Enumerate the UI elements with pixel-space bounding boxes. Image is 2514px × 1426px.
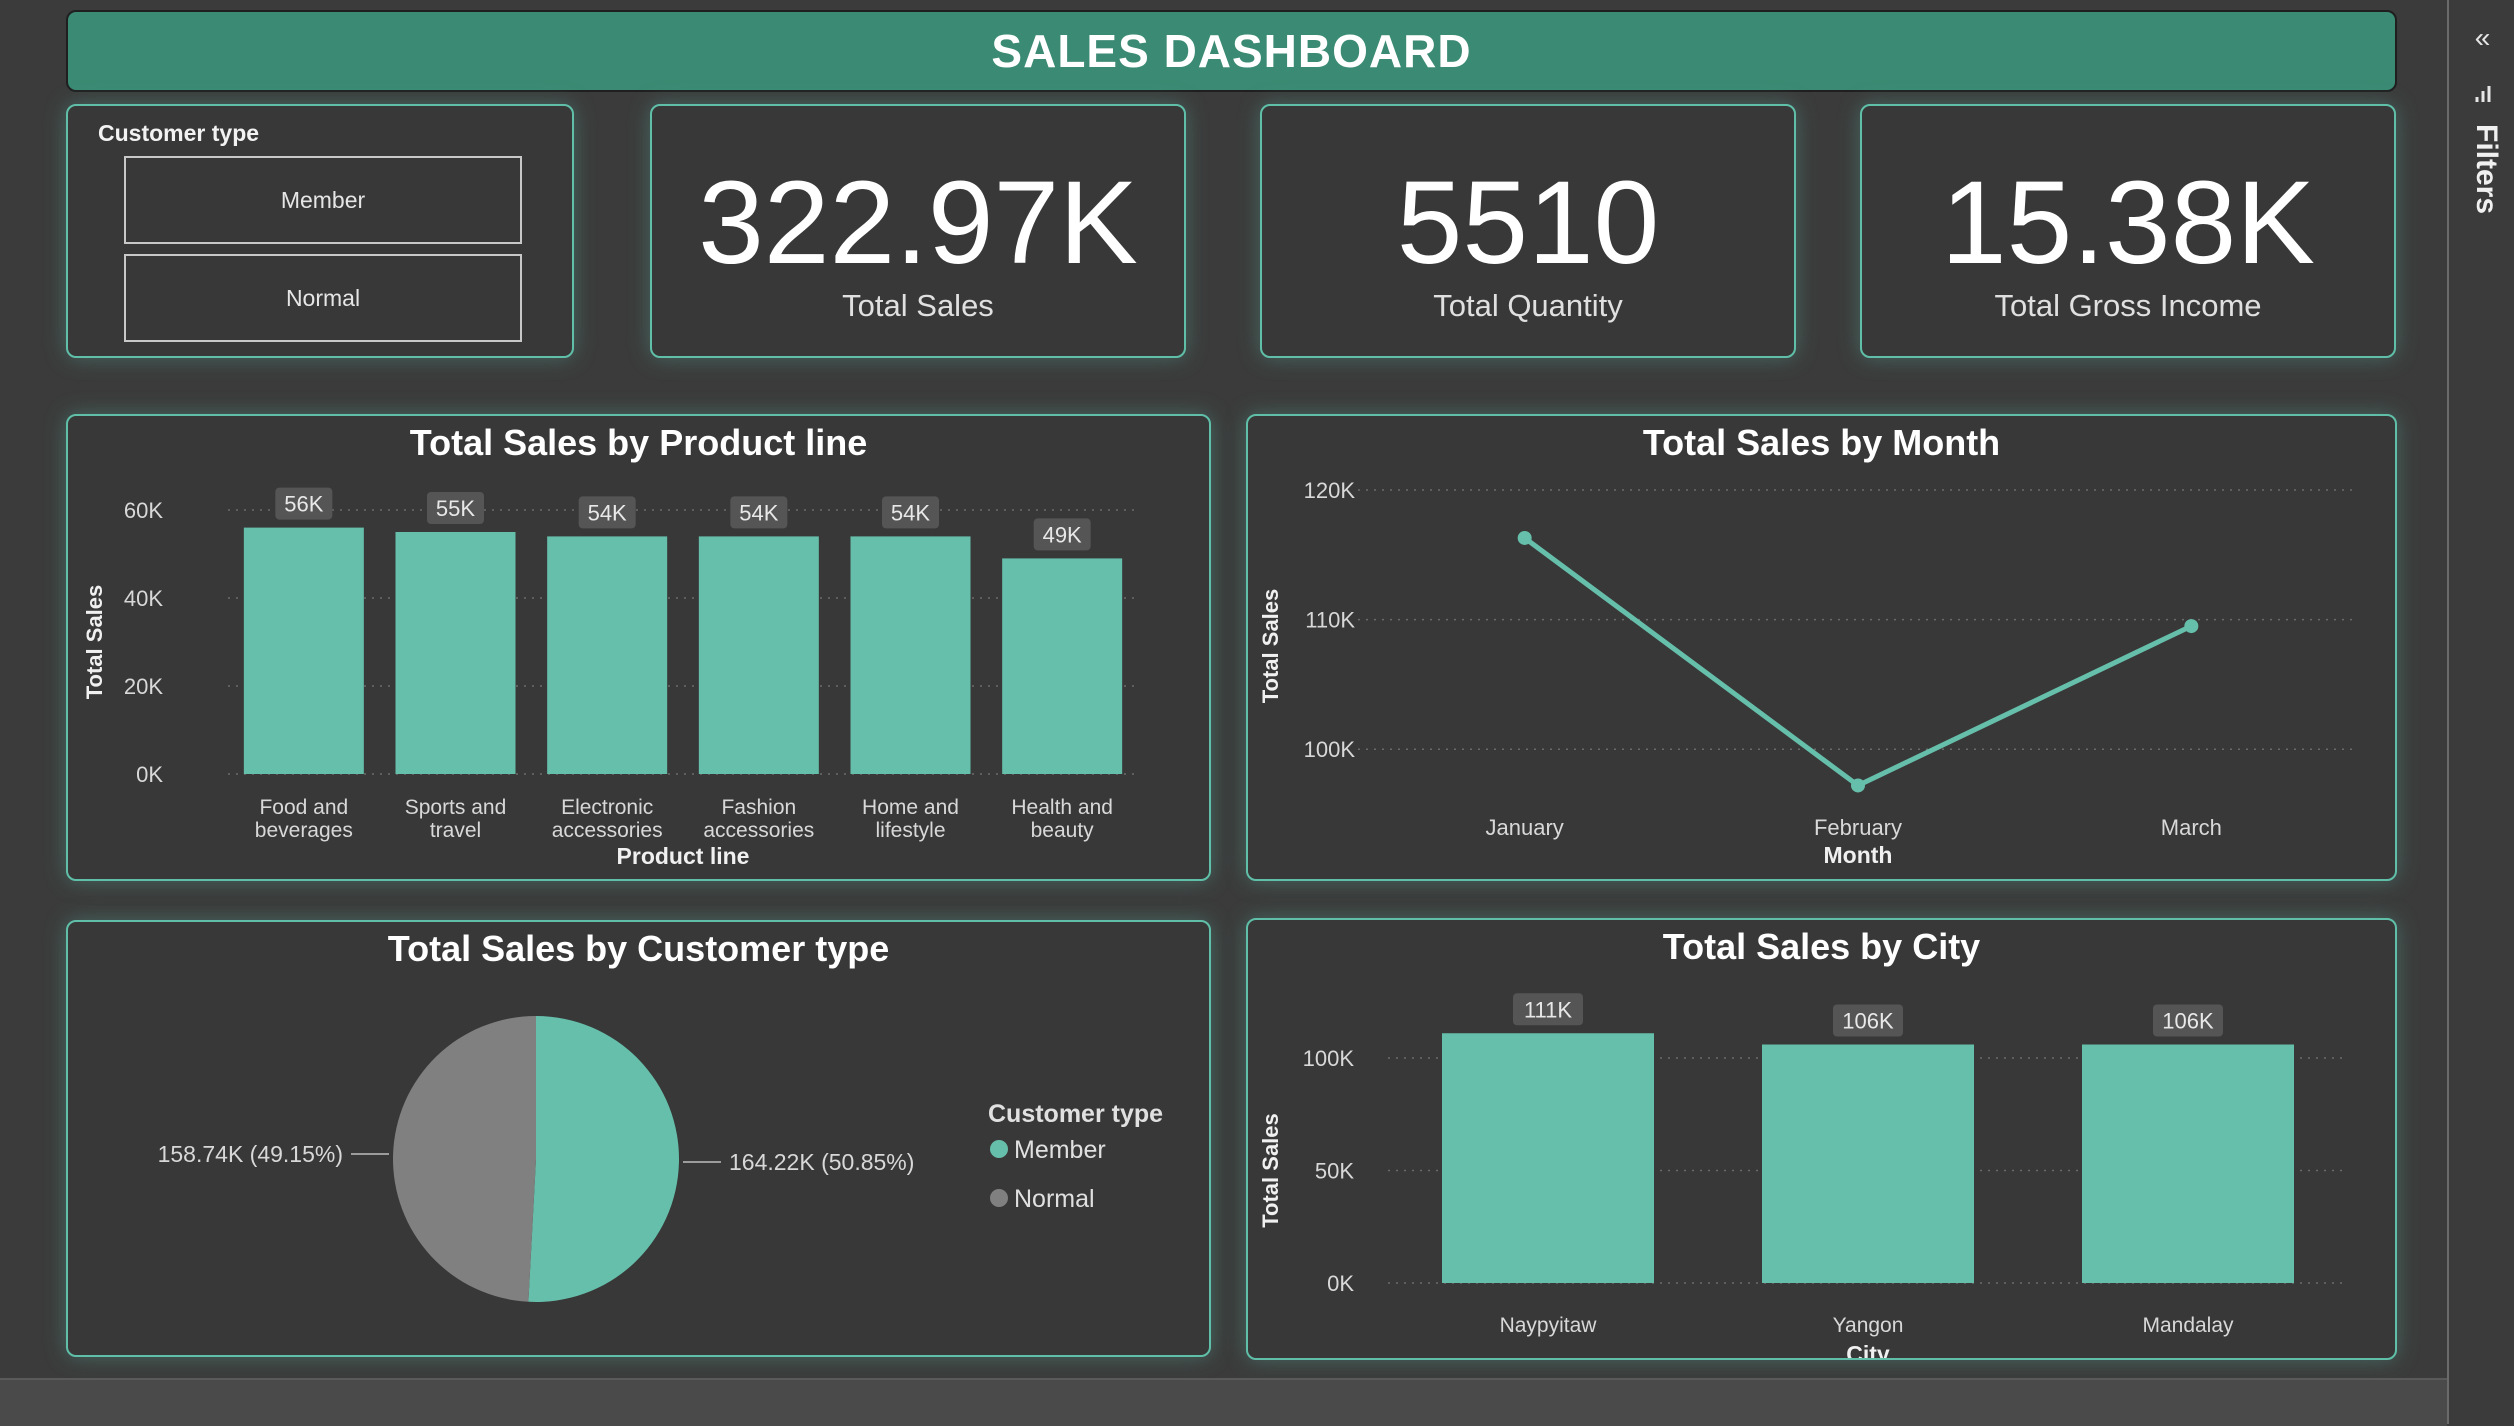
data-label: 54K <box>891 500 930 525</box>
legend-item: Normal <box>1014 1185 1095 1213</box>
dashboard-header: SALES DASHBOARD <box>66 10 2397 92</box>
x-tick-label: Health and <box>1011 796 1113 819</box>
data-point <box>1517 530 1532 545</box>
x-tick-label: Yangon <box>1833 1314 1904 1337</box>
customer-type-slicer: Customer type Member Normal <box>66 104 574 358</box>
x-tick-label: lifestyle <box>875 819 945 842</box>
data-label: 55K <box>436 496 475 521</box>
kpi-label: Total Gross Income <box>1994 288 2262 323</box>
bar <box>547 536 668 774</box>
bar <box>243 527 364 774</box>
filters-pane: « Filters <box>2447 0 2514 1424</box>
y-tick-label: 40K <box>124 586 163 611</box>
chart-sales-by-city[interactable]: Total Sales by City 0K 50K 100K 111K Naypyit… <box>1246 918 2397 1360</box>
y-tick-label: 100K <box>1303 1046 1355 1071</box>
x-tick-label: February <box>1814 815 1902 840</box>
kpi-card-total-sales: 322.97K Total Sales <box>650 104 1186 358</box>
y-tick-label: 0K <box>136 762 163 787</box>
y-tick-label: 0K <box>1327 1271 1354 1296</box>
pie-slice-member <box>528 1016 680 1302</box>
data-point <box>1851 778 1865 793</box>
x-tick-label: Mandalay <box>2142 1314 2234 1337</box>
data-label: 54K <box>739 500 778 525</box>
legend-title: Customer type <box>988 1100 1163 1128</box>
data-label: 111K <box>1524 997 1572 1022</box>
slicer-title: Customer type <box>98 120 260 146</box>
kpi-label: Total Quantity <box>1433 288 1623 323</box>
y-tick-label: 120K <box>1304 478 1356 503</box>
bar <box>850 536 971 774</box>
legend-marker <box>990 1189 1008 1207</box>
data-label: 106K <box>1842 1009 1894 1034</box>
kpi-label: Total Sales <box>842 288 994 323</box>
kpi-value: 5510 <box>1396 157 1660 289</box>
x-axis-title: Product line <box>617 843 750 869</box>
chart-sales-by-month[interactable]: Total Sales by Month 100K 110K 120K January… <box>1246 414 2397 881</box>
x-tick-label: Fashion <box>721 796 796 819</box>
kpi-value: 15.38K <box>1941 157 2315 289</box>
x-tick-label: Naypyitaw <box>1500 1314 1598 1337</box>
kpi-card-total-quantity: 5510 Total Quantity <box>1260 104 1796 358</box>
data-label: 49K <box>1043 522 1082 547</box>
y-axis-title: Total Sales <box>82 585 107 700</box>
kpi-card-total-gross-income: 15.38K Total Gross Income <box>1860 104 2396 358</box>
x-axis-title: Month <box>1824 842 1893 868</box>
pie-slice-normal <box>393 1016 536 1302</box>
collapse-pane-icon[interactable]: « <box>2449 22 2514 54</box>
x-tick-label: Electronic <box>561 796 653 819</box>
x-tick-label: Home and <box>862 796 959 819</box>
data-label: 56K <box>284 492 323 517</box>
bar <box>2082 1044 2294 1283</box>
y-tick-label: 50K <box>1315 1159 1354 1184</box>
slice-data-label: 164.22K (50.85%) <box>729 1149 914 1175</box>
legend-marker <box>990 1140 1008 1158</box>
bar <box>1002 558 1123 774</box>
bar <box>1442 1033 1654 1283</box>
legend-item: Member <box>1014 1136 1106 1164</box>
y-axis-title: Total Sales <box>1258 589 1283 704</box>
chart-sales-by-customer-type[interactable]: Total Sales by Customer type 164.22K (50… <box>66 920 1211 1357</box>
x-tick-label: March <box>2161 815 2222 840</box>
bar <box>1762 1044 1974 1283</box>
bar <box>698 536 819 774</box>
y-tick-label: 100K <box>1304 737 1356 762</box>
x-tick-label: accessories <box>552 819 663 842</box>
x-tick-label: Food and <box>259 796 348 819</box>
data-point <box>2184 619 2199 634</box>
filter-icon <box>2475 86 2491 102</box>
series-line <box>1523 535 2193 788</box>
city-bar-chart: 0K 50K 100K 111K Naypyitaw 106K Yangon 106K Mand… <box>1258 993 2348 1358</box>
chart-sales-by-product-line[interactable]: Total Sales by Product line 0K 20K 40K 60K 5… <box>66 414 1211 881</box>
data-label: 106K <box>2162 1009 2214 1034</box>
y-axis-title: Total Sales <box>1258 1113 1283 1228</box>
dashboard-title: SALES DASHBOARD <box>991 25 1472 77</box>
product-line-bar-chart: 0K 20K 40K 60K 56K Food andbeverages 55K Sports… <box>82 487 1138 869</box>
data-label: 54K <box>588 500 627 525</box>
x-tick-label: beverages <box>255 819 353 842</box>
page-scrollbar[interactable] <box>0 1378 2447 1426</box>
kpi-value: 322.97K <box>698 157 1138 289</box>
slice-data-label: 158.74K (49.15%) <box>158 1141 343 1167</box>
x-tick-label: January <box>1486 815 1564 840</box>
y-tick-label: 60K <box>124 498 163 523</box>
bar <box>395 532 516 774</box>
customer-type-pie-chart: 164.22K (50.85%) 158.74K (49.15%) Customer… <box>158 1016 1163 1302</box>
filters-label[interactable]: Filters <box>2469 124 2503 214</box>
month-line-chart: 100K 110K 120K January February March Month Tot… <box>1258 478 2358 868</box>
x-tick-label: accessories <box>703 819 814 842</box>
slicer-option-member[interactable]: Member <box>124 156 522 244</box>
slicer-option-normal[interactable]: Normal <box>124 254 522 342</box>
y-tick-label: 110K <box>1305 608 1355 633</box>
x-tick-label: travel <box>430 819 481 842</box>
x-tick-label: beauty <box>1031 819 1095 842</box>
x-tick-label: Sports and <box>405 796 507 819</box>
y-tick-label: 20K <box>124 674 163 699</box>
x-axis-title: City <box>1846 1341 1890 1358</box>
